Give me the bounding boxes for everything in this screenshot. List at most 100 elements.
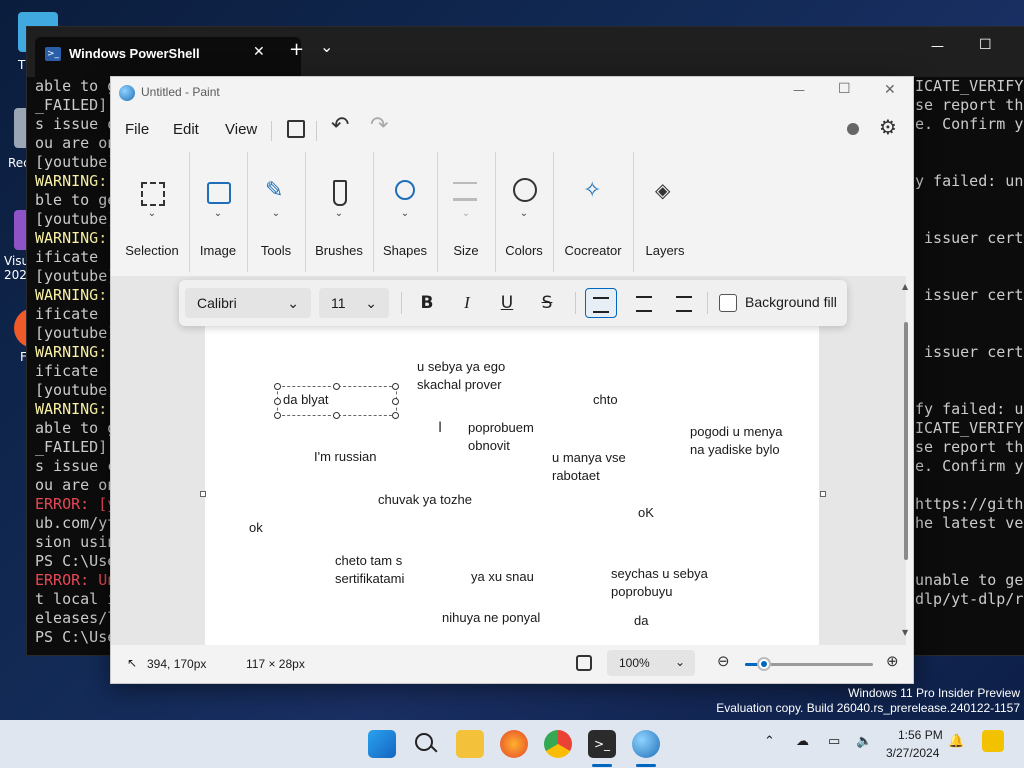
background-fill-checkbox[interactable]: [719, 294, 737, 312]
terminal-output-left[interactable]: able to g _FAILED] s issue o ou are on [yout…: [35, 77, 116, 647]
network-icon[interactable]: ☁: [796, 734, 809, 749]
account-icon[interactable]: [847, 123, 859, 135]
minimize-button[interactable]: —: [931, 39, 944, 54]
undo-icon[interactable]: ↶: [331, 113, 349, 138]
resize-handle[interactable]: [274, 383, 281, 390]
save-icon[interactable]: [287, 120, 305, 138]
resize-handle[interactable]: [333, 412, 340, 419]
resize-handle[interactable]: [333, 383, 340, 390]
text-formatting-toolbar[interactable]: Calibri ⌄ 11 ⌄ B I U S Background fill: [179, 280, 847, 326]
underline-button[interactable]: U: [491, 288, 523, 318]
scroll-down-arrow-icon[interactable]: ▼: [902, 628, 908, 637]
canvas-text-ok[interactable]: ok: [249, 519, 263, 537]
font-family-dropdown[interactable]: Calibri ⌄: [185, 288, 311, 318]
scroll-up-arrow-icon[interactable]: ▲: [902, 282, 908, 291]
redo-icon[interactable]: ↷: [370, 113, 388, 138]
terminal-line: issuer cert: [915, 229, 1024, 247]
firefox-icon[interactable]: [500, 730, 528, 758]
zoom-slider-thumb[interactable]: [757, 657, 772, 671]
canvas-text-pogodi[interactable]: pogodi u menya na yadiske bylo: [690, 423, 783, 459]
chrome-icon[interactable]: [544, 730, 572, 758]
new-tab-button[interactable]: +: [289, 39, 304, 60]
display-icon[interactable]: ▭: [828, 734, 840, 749]
terminal-line: se report thi: [915, 96, 1024, 114]
zoom-in-icon[interactable]: ⊕: [886, 652, 899, 670]
canvas-text-u-sebya[interactable]: u sebya ya ego skachal prover: [417, 358, 505, 394]
vertical-scrollbar[interactable]: ▲ ▼: [902, 282, 910, 642]
scrollbar-thumb[interactable]: [904, 322, 908, 560]
resize-handle[interactable]: [274, 412, 281, 419]
menu-view[interactable]: View: [225, 121, 257, 138]
resize-handle[interactable]: [274, 398, 281, 405]
strikethrough-button[interactable]: S: [531, 288, 563, 318]
toolbar-group-brushes[interactable]: ⌄ Brushes: [305, 152, 374, 272]
maximize-button[interactable]: ☐: [979, 37, 992, 53]
canvas-workspace[interactable]: da blyat u sebya ya ego skachal prover c…: [111, 276, 908, 645]
canvas-text-chto[interactable]: chto: [593, 391, 618, 409]
volume-icon[interactable]: 🔈: [856, 734, 872, 749]
canvas-text-da[interactable]: da: [634, 612, 648, 630]
zoom-dropdown[interactable]: 100% ⌄: [607, 650, 695, 676]
toolbar-group-selection[interactable]: ⌄ Selection: [115, 152, 190, 272]
toolbar-group-tools[interactable]: ✎ ⌄ Tools: [247, 152, 306, 272]
resize-handle[interactable]: [392, 412, 399, 419]
terminal-line: ub.com/yt: [35, 514, 117, 532]
powershell-titlebar[interactable]: >_ Windows PowerShell ✕ + ⌄ — ☐: [27, 27, 1024, 77]
zoom-slider-track[interactable]: [745, 657, 873, 671]
toolbar-group-image[interactable]: ⌄ Image: [189, 152, 248, 272]
canvas-text-da-blyat[interactable]: da blyat: [283, 391, 329, 409]
menu-file[interactable]: File: [125, 121, 149, 138]
canvas-text-u-manya[interactable]: u manya vse rabotaet: [552, 449, 626, 485]
start-icon[interactable]: [368, 730, 396, 758]
clock-date[interactable]: 3/27/2024: [886, 746, 939, 760]
align-left-button[interactable]: [585, 288, 617, 318]
toolbar-group-shapes[interactable]: ⌄ Shapes: [373, 152, 438, 272]
search-icon[interactable]: [412, 730, 440, 758]
align-center-button[interactable]: [629, 290, 659, 318]
canvas-text-cheto[interactable]: cheto tam s sertifikatami: [335, 552, 404, 588]
align-right-button[interactable]: [669, 290, 699, 318]
toolbar-group-size[interactable]: ⌄ Size: [437, 152, 496, 272]
font-size-dropdown[interactable]: 11 ⌄: [319, 288, 389, 318]
fit-to-window-icon[interactable]: [576, 655, 592, 671]
tab-close-icon[interactable]: ✕: [253, 44, 265, 60]
terminal-output-right[interactable]: ICATE_VERIFY se report thi e. Confirm y y …: [915, 77, 1024, 628]
powershell-tab[interactable]: >_ Windows PowerShell ✕: [35, 37, 301, 77]
paint-window[interactable]: Untitled - Paint — ☐ ✕ File Edit View ↶ …: [110, 76, 914, 684]
paint-icon[interactable]: [632, 730, 660, 758]
bold-button[interactable]: B: [411, 288, 443, 318]
file-explorer-icon[interactable]: [456, 730, 484, 758]
toolbar-label: Shapes: [382, 243, 428, 258]
resize-handle[interactable]: [392, 383, 399, 390]
canvas[interactable]: da blyat u sebya ya ego skachal prover c…: [205, 326, 819, 645]
canvas-text-seychas[interactable]: seychas u sebya poprobuyu: [611, 565, 708, 601]
zoom-out-icon[interactable]: ⊖: [717, 652, 730, 670]
terminal-icon[interactable]: >_: [588, 730, 616, 758]
canvas-text-im-russian[interactable]: I'm russian: [314, 448, 376, 466]
clock-time[interactable]: 1:56 PM: [898, 728, 943, 742]
insider-badge-icon[interactable]: [982, 730, 1004, 752]
settings-gear-icon[interactable]: ⚙: [879, 115, 897, 139]
notification-bell-icon[interactable]: 🔔: [948, 734, 964, 749]
maximize-button[interactable]: ☐: [838, 81, 851, 97]
tab-menu-chevron-icon[interactable]: ⌄: [320, 37, 333, 56]
canvas-resize-handle-left[interactable]: [200, 491, 206, 497]
close-button[interactable]: ✕: [884, 82, 896, 98]
canvas-text-ok-mixed[interactable]: oK: [638, 504, 654, 522]
canvas-text-chuvak[interactable]: chuvak ya tozhe: [378, 491, 472, 509]
canvas-text-nihuya[interactable]: nihuya ne ponyal: [442, 609, 540, 627]
toolbar-group-layers[interactable]: ◈ Layers: [633, 152, 697, 272]
chevron-up-icon[interactable]: ⌃: [764, 734, 775, 749]
paint-app-icon: [119, 85, 135, 101]
canvas-text-ya-xu[interactable]: ya xu snau: [471, 568, 534, 586]
toolbar-group-colors[interactable]: ⌄ Colors: [495, 152, 554, 272]
italic-button[interactable]: I: [451, 288, 483, 318]
resize-handle[interactable]: [392, 398, 399, 405]
canvas-text-poprobuem[interactable]: poprobuem obnovit: [468, 419, 534, 455]
minimize-button[interactable]: —: [793, 83, 805, 97]
canvas-resize-handle-right[interactable]: [820, 491, 826, 497]
toolbar-group-cocreator[interactable]: ✧ Cocreator: [553, 152, 634, 272]
menu-edit[interactable]: Edit: [173, 121, 199, 138]
